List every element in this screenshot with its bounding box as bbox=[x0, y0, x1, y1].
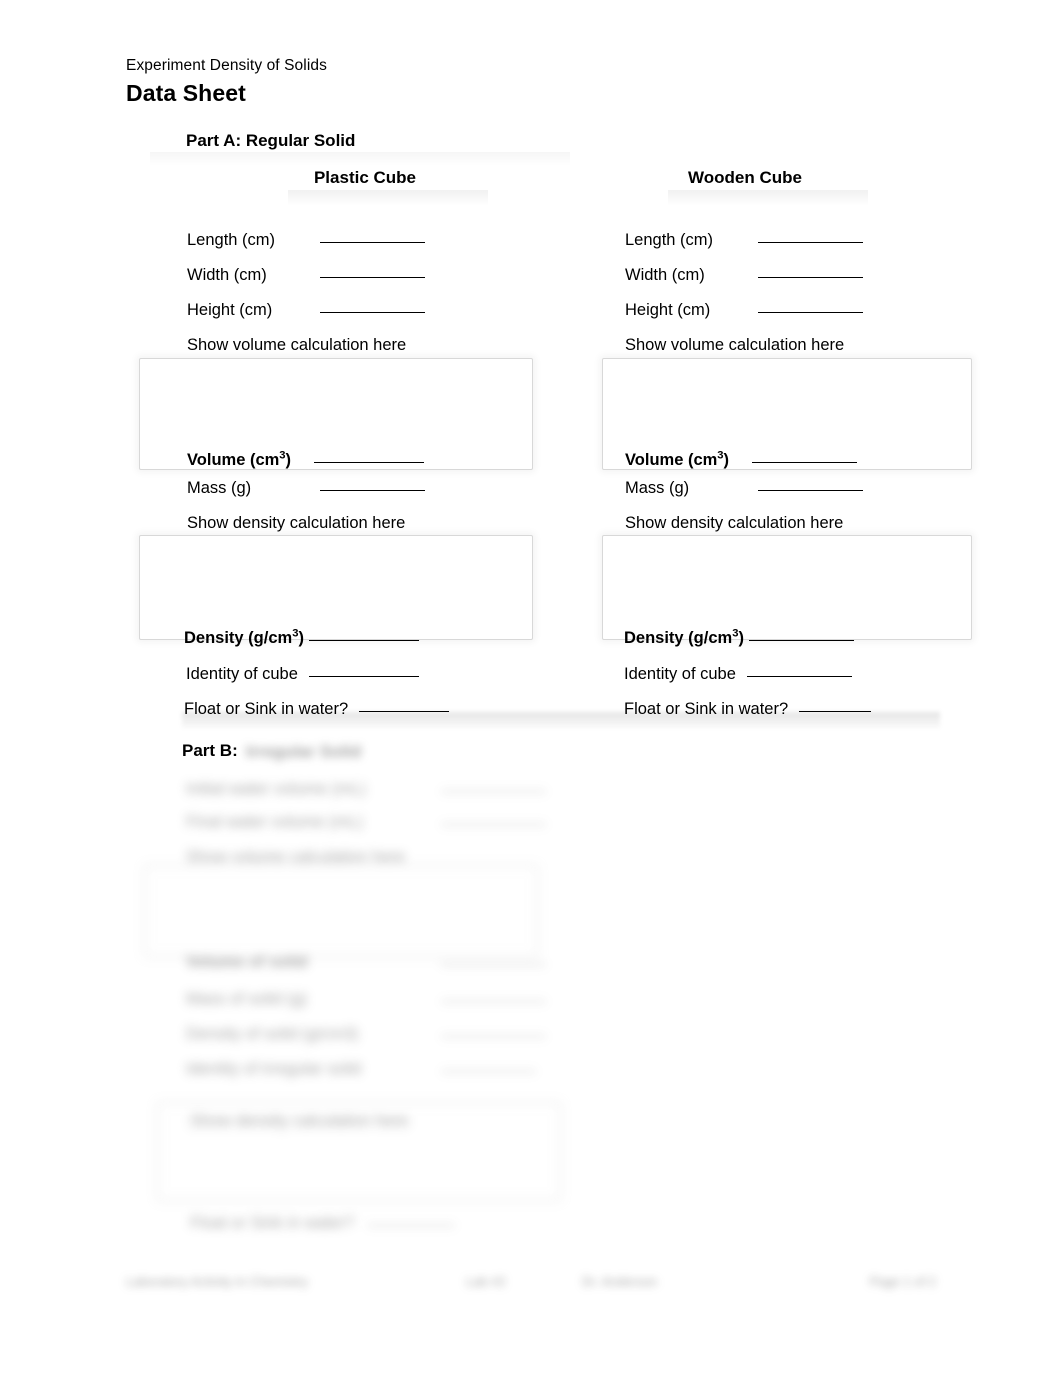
plastic-length-row: Length (cm) bbox=[187, 229, 425, 251]
wooden-height-row: Height (cm) bbox=[625, 299, 863, 321]
wooden-volume-blank[interactable] bbox=[751, 462, 857, 463]
shading-band-plastic bbox=[288, 190, 488, 206]
wooden-density-blank[interactable] bbox=[748, 640, 854, 641]
column-title-plastic-cube: Plastic Cube bbox=[313, 168, 417, 187]
wooden-length-label: Length (cm) bbox=[625, 231, 714, 249]
wooden-mass-blank[interactable] bbox=[757, 490, 863, 491]
plastic-density-row: Density (g/cm3) bbox=[184, 627, 419, 649]
part-b-density-calculation-box bbox=[158, 1103, 560, 1200]
wooden-volume-label: Volume (cm3) bbox=[625, 449, 730, 469]
plastic-mass-row: Mass (g) bbox=[187, 477, 425, 499]
plastic-width-label: Width (cm) bbox=[187, 266, 267, 284]
part-b-line-float-sink: Float or Sink in water? bbox=[190, 1212, 455, 1234]
plastic-density-label: Density (g/cm3) bbox=[184, 627, 304, 647]
part-b-line-initial-volume: Initial water volume (mL) bbox=[186, 778, 546, 800]
wooden-volume-row: Volume (cm3) bbox=[625, 449, 857, 471]
shading-band-part-b bbox=[182, 712, 940, 728]
part-b-density-prompt: Show density calculation here bbox=[190, 1112, 409, 1130]
part-b-subheading-redacted: Irregular Solid bbox=[246, 742, 362, 761]
plastic-volume-label: Volume (cm3) bbox=[187, 449, 292, 469]
wooden-identity-blank[interactable] bbox=[746, 676, 852, 677]
plastic-height-row: Height (cm) bbox=[187, 299, 425, 321]
plastic-height-label: Height (cm) bbox=[187, 301, 273, 319]
plastic-volume-prompt: Show volume calculation here bbox=[187, 336, 407, 354]
part-b-heading: Part B: bbox=[182, 741, 238, 760]
part-b-volume-prompt: Show volume calculation here bbox=[186, 848, 406, 866]
page-title: Data Sheet bbox=[126, 80, 246, 106]
part-b-volume-calculation-box bbox=[145, 866, 537, 956]
wooden-height-label: Height (cm) bbox=[625, 301, 711, 319]
footer-left: Laboratory Activity in Chemistry bbox=[126, 1274, 309, 1289]
wooden-length-row: Length (cm) bbox=[625, 229, 863, 251]
shading-band-part-a bbox=[150, 152, 570, 166]
part-b-line-final-volume: Final water volume (mL) bbox=[186, 811, 546, 833]
wooden-density-row: Density (g/cm3) bbox=[624, 627, 854, 649]
plastic-density-prompt: Show density calculation here bbox=[187, 514, 406, 532]
wooden-identity-row: Identity of cube bbox=[624, 663, 852, 685]
data-sheet-page: Experiment Density of Solids Data Sheet … bbox=[0, 0, 1062, 1376]
wooden-height-blank[interactable] bbox=[757, 312, 863, 313]
plastic-identity-blank[interactable] bbox=[308, 676, 419, 677]
plastic-volume-row: Volume (cm3) bbox=[187, 449, 424, 471]
plastic-identity-row: Identity of cube bbox=[186, 663, 419, 685]
wooden-mass-label: Mass (g) bbox=[625, 479, 690, 497]
wooden-volume-prompt: Show volume calculation here bbox=[625, 336, 845, 354]
part-b-line-mass-of-solid: Mass of solid (g) bbox=[186, 988, 546, 1010]
part-a-heading: Part A: Regular Solid bbox=[186, 131, 356, 150]
footer-page-number: Page 1 of 2 bbox=[869, 1274, 937, 1289]
wooden-mass-row: Mass (g) bbox=[625, 477, 863, 499]
page-footer: Laboratory Activity in Chemistry Lab #2 … bbox=[126, 1272, 936, 1294]
part-b-line-identity-of-solid: Identity of irregular solid bbox=[186, 1058, 536, 1080]
plastic-width-row: Width (cm) bbox=[187, 264, 425, 286]
plastic-mass-label: Mass (g) bbox=[187, 479, 252, 497]
plastic-width-blank[interactable] bbox=[319, 277, 425, 278]
plastic-density-blank[interactable] bbox=[308, 640, 419, 641]
plastic-volume-blank[interactable] bbox=[313, 462, 424, 463]
part-b-line-volume-of-solid: Volume of solid bbox=[186, 951, 546, 973]
document-header: Experiment Density of Solids Data Sheet bbox=[126, 56, 926, 108]
plastic-height-blank[interactable] bbox=[319, 312, 425, 313]
plastic-identity-label: Identity of cube bbox=[186, 665, 298, 683]
shading-band-wooden bbox=[668, 190, 868, 206]
wooden-identity-label: Identity of cube bbox=[624, 665, 736, 683]
footer-mid-2: Dr. Anderson bbox=[582, 1274, 658, 1289]
wooden-density-prompt: Show density calculation here bbox=[625, 514, 844, 532]
footer-mid-1: Lab #2 bbox=[466, 1274, 506, 1289]
wooden-width-row: Width (cm) bbox=[625, 264, 863, 286]
plastic-length-label: Length (cm) bbox=[187, 231, 276, 249]
part-b-line-density-of-solid: Density of solid (g/cm3) bbox=[186, 1023, 546, 1045]
experiment-title: Experiment Density of Solids bbox=[126, 57, 327, 74]
wooden-width-label: Width (cm) bbox=[625, 266, 705, 284]
wooden-density-calculation-box[interactable] bbox=[602, 535, 972, 640]
wooden-length-blank[interactable] bbox=[757, 242, 863, 243]
column-title-wooden-cube: Wooden Cube bbox=[688, 168, 802, 187]
wooden-width-blank[interactable] bbox=[757, 277, 863, 278]
plastic-mass-blank[interactable] bbox=[319, 490, 425, 491]
plastic-length-blank[interactable] bbox=[319, 242, 425, 243]
wooden-density-label: Density (g/cm3) bbox=[624, 627, 744, 647]
plastic-density-calculation-box[interactable] bbox=[139, 535, 533, 640]
